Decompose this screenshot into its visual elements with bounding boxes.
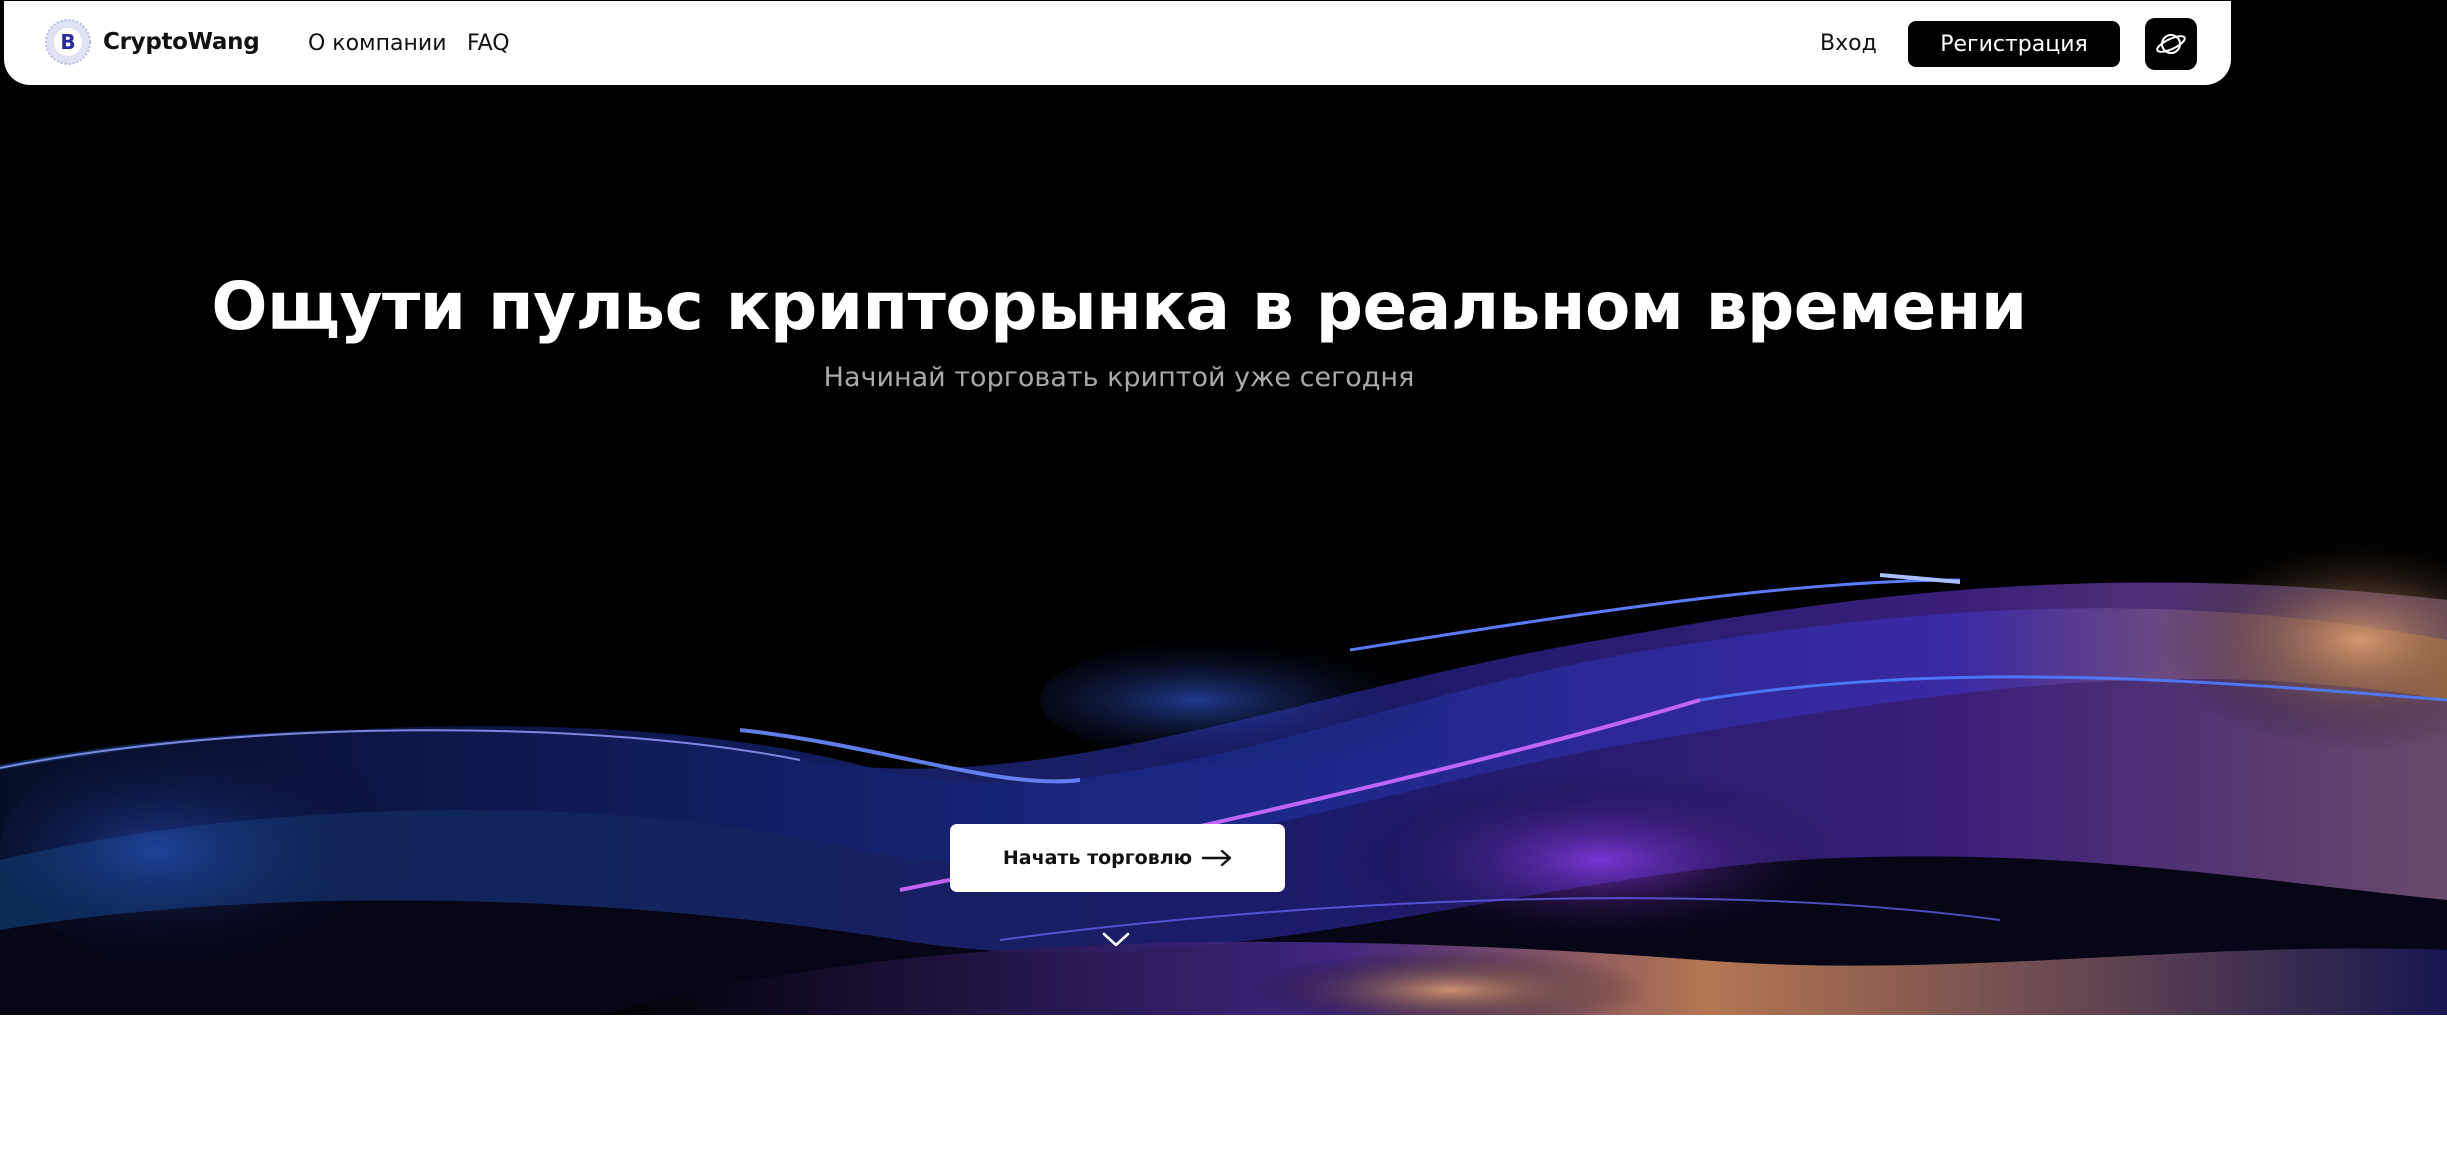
nav-link-faq[interactable]: FAQ [467, 31, 510, 56]
bitcoin-coin-icon[interactable]: B [44, 18, 92, 66]
svg-text:B: B [60, 30, 75, 54]
register-button[interactable]: Регистрация [1908, 21, 2120, 67]
login-link[interactable]: Вход [1820, 31, 1877, 56]
brand-name[interactable]: CryptoWang [103, 29, 260, 55]
start-trading-button[interactable]: Начать торговлю [950, 824, 1285, 892]
language-button[interactable] [2145, 18, 2197, 70]
hero-headline: Ощути пульс крипторынка в реальном време… [211, 268, 2027, 345]
start-trading-label: Начать торговлю [1002, 847, 1193, 869]
hero-subheadline: Начинай торговать криптой уже сегодня [823, 362, 1415, 393]
arrow-right-icon [1202, 850, 1232, 866]
nav-link-about[interactable]: О компании [308, 31, 447, 56]
top-navbar: B CryptoWang О компании FAQ Вход Регистр… [4, 1, 2231, 85]
chevron-down-icon[interactable] [1101, 930, 1131, 950]
planet-icon [2156, 34, 2186, 54]
